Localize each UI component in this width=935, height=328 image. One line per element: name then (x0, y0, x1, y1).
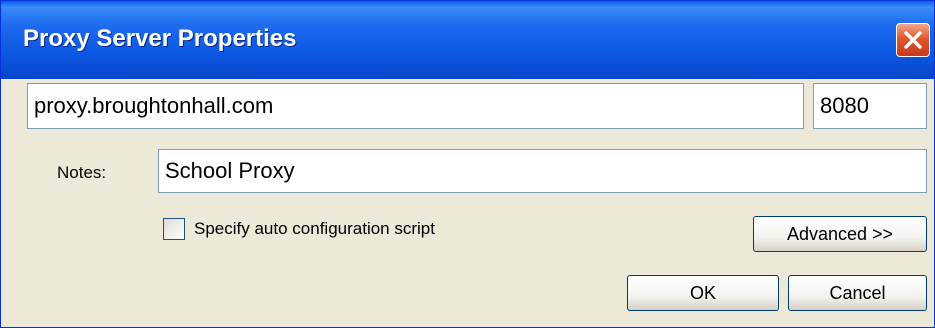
cancel-button[interactable]: Cancel (788, 275, 927, 311)
proxy-address-field[interactable]: proxy.broughtonhall.com (27, 83, 804, 129)
advanced-button[interactable]: Advanced >> (753, 216, 927, 252)
dialog-body: proxy.broughtonhall.com 8080 Notes: Scho… (1, 79, 934, 327)
title-bar[interactable]: Proxy Server Properties (1, 1, 934, 79)
close-icon (904, 31, 922, 49)
proxy-properties-dialog: Proxy Server Properties proxy.broughtonh… (0, 0, 935, 328)
notes-label: Notes: (57, 163, 107, 182)
auto-config-label[interactable]: Specify auto configuration script (194, 219, 435, 239)
ok-button[interactable]: OK (627, 275, 779, 311)
window-title: Proxy Server Properties (23, 25, 297, 52)
close-button[interactable] (896, 23, 930, 57)
auto-config-checkbox[interactable] (163, 218, 185, 240)
proxy-port-field[interactable]: 8080 (813, 83, 927, 129)
notes-field[interactable]: School Proxy (158, 149, 927, 193)
